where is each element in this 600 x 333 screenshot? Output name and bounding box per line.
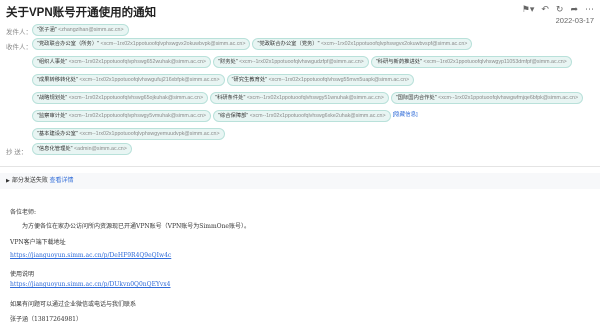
recipient-chip[interactable]: "国际国内合作处" <xcm--1rx02x1ppotuoofqlvhswgwf… <box>390 92 584 104</box>
hide-info-link[interactable]: [隐藏信息] <box>393 110 418 120</box>
sender-chip[interactable]: "张子涵" <zhangzihan@simm.ac.cn> <box>32 24 129 36</box>
recipient-email: <xcm--1rx02x1ppotuoofqlvphswgvx2okuwbvsp… <box>320 41 468 47</box>
recipient-email: <xcm--1rx02x1ppotuoofqlvhswgwfmjqe6bfpk@… <box>438 95 579 101</box>
recipient-chip[interactable]: "战略规划处" <xcm--1rx02x1ppotuoofqlvhswg65oj… <box>32 92 209 104</box>
manual-link[interactable]: https://jianguoyun.simm.ac.cn/p/DUkvn0Q0… <box>10 281 171 288</box>
forward-icon[interactable]: ➦ <box>570 4 578 15</box>
more-icon[interactable]: ⋯ <box>585 4 594 15</box>
recipient-email: <xcm--1rx02x1ppotuoofqlvphswgvx2okuwbvpk… <box>100 41 246 47</box>
recipient-name: "科研条件处" <box>215 95 246 101</box>
view-details-link[interactable]: 查看详情 <box>50 178 74 184</box>
recipient-chip[interactable]: "科研与新药推进处" <xcm--1rx02x1ppotuoofqlvhswgy… <box>370 56 572 68</box>
toolbar: ⚑▾ ↶ ↻ ➦ ⋯ <box>522 4 594 15</box>
recipient-chip[interactable]: "研究生教育处" <xcm--1rx02x1ppotuoofqlvhswg55m… <box>226 74 415 86</box>
cc-list: "信息化管理处" <admin@simm.ac.cn> <box>32 143 592 161</box>
recipients-list: "党政联合办公室（所务）" <xcm--1rx02x1ppotuoofqlvph… <box>32 38 592 146</box>
body-paragraph: 为方便各位在家办公访问所内资源现已开通VPN账号（VPN账号为SimmOne账号… <box>22 223 250 230</box>
send-failure-bar: ▶ 部分发送失败 查看详情 <box>0 173 600 189</box>
recipient-name: "战略规划处" <box>37 95 68 101</box>
recipient-name: "基本建设办公室" <box>37 131 78 137</box>
recipient-chip[interactable]: "党政联合办公室（党务）" <xcm--1rx02x1ppotuoofqlvph… <box>252 38 473 50</box>
recipient-email: <xcm--1rx02x1ppotuoofqlvhswg55mvn5uapk@s… <box>268 77 410 83</box>
recipient-name: "国际国内合作处" <box>395 95 437 101</box>
header-divider <box>0 166 600 167</box>
recipient-email: <xcm--1rx02x1ppotuoofqlvhswgufuj216xbfpk… <box>79 77 220 83</box>
cc-label: 抄 送： <box>6 149 28 156</box>
recipient-name: "组织人事处" <box>37 59 68 65</box>
vpn-download-link[interactable]: https://jianguoyun.simm.ac.cn/p/DeHF9R4Q… <box>10 252 171 259</box>
refresh-icon[interactable]: ↻ <box>556 4 564 15</box>
recipient-email: <admin@simm.ac.cn> <box>74 146 127 152</box>
recipient-name: "研究生教育处" <box>231 77 268 83</box>
recipient-name: "财务处" <box>218 59 238 65</box>
sender-label: 发件人： <box>6 29 32 36</box>
sender-email: <zhangzihan@simm.ac.cn> <box>58 27 124 33</box>
contact-note: 如果有问题可以通过企业微信或电话与我们联系 <box>10 301 137 308</box>
flag-icon[interactable]: ⚑▾ <box>522 4 535 15</box>
recipient-email: <xcm--1rx02x1ppotuoofqlvphswgyemuudvpk@s… <box>79 131 220 137</box>
recipient-email: <xcm--1rx02x1ppotuoofqlvhswg65ojkuhak@si… <box>68 95 204 101</box>
sender-name: "张子涵" <box>37 27 57 33</box>
recipient-chip[interactable]: "成果转移转化处" <xcm--1rx02x1ppotuoofqlvhswguf… <box>32 74 225 86</box>
recipient-chip[interactable]: "基本建设办公室" <xcm--1rx02x1ppotuoofqlvphswgy… <box>32 128 225 140</box>
recipient-chip[interactable]: "组织人事处" <xcm--1rx02x1ppotuoofqlvphswg652… <box>32 56 212 68</box>
recipient-name: "成果转移转化处" <box>37 77 78 83</box>
vpn-download-label: VPN客户端下载地址 <box>10 239 66 246</box>
recipient-chip[interactable]: "党政联合办公室（所务）" <xcm--1rx02x1ppotuoofqlvph… <box>32 38 251 50</box>
reply-icon[interactable]: ↶ <box>541 4 549 15</box>
manual-label: 使用说明 <box>10 271 35 278</box>
greeting: 各位老师: <box>10 209 37 216</box>
recipient-name: "党政联合办公室（党务）" <box>257 41 320 47</box>
recipient-name: "监察审计处" <box>37 113 68 119</box>
cc-chip[interactable]: "信息化管理处" <admin@simm.ac.cn> <box>32 143 132 155</box>
fail-text: 部分发送失败 <box>11 178 48 184</box>
recipient-name: "信息化管理处" <box>37 146 73 152</box>
recipient-chip[interactable]: "财务处" <xcm--1rx02x1ppotuoofqlvhswgudzfpf… <box>213 56 369 68</box>
recipient-chip[interactable]: "综合保障部" <xcm--1rx02x1ppotuoofqlvhswg6xke… <box>213 110 391 122</box>
recipient-name: "党政联合办公室（所务）" <box>37 41 100 47</box>
triangle-right-icon[interactable]: ▶ <box>6 173 10 189</box>
recipient-email: <xcm--1rx02x1ppotuoofqlvphswgy5vmuhak@si… <box>68 113 207 119</box>
email-subject: 关于VPN账号开通使用的通知 <box>6 7 157 19</box>
recipient-name: "科研与新药推进处" <box>375 59 422 65</box>
recipient-name: "综合保障部" <box>218 113 249 119</box>
recipient-email: <xcm--1rx02x1ppotuoofqlvhswgy51wnuhak@si… <box>246 95 384 101</box>
recipient-email: <xcm--1rx02x1ppotuoofqlvphswg652wuhak@si… <box>68 59 207 65</box>
recipient-chip[interactable]: "科研条件处" <xcm--1rx02x1ppotuoofqlvhswgy51w… <box>210 92 389 104</box>
recipient-email: <xcm--1rx02x1ppotuoofqlvhswg6xke2uhak@si… <box>249 113 386 119</box>
recipient-email: <xcm--1rx02x1ppotuoofqlvhswgyp11053dmfpf… <box>423 59 567 65</box>
recipient-chip[interactable]: "监察审计处" <xcm--1rx02x1ppotuoofqlvphswgy5v… <box>32 110 212 122</box>
recipient-email: <xcm--1rx02x1ppotuoofqlvhswgudzfpf@simm.… <box>239 59 364 65</box>
recipients-label: 收件人： <box>6 44 32 51</box>
signature: 张子涵（13817264981） <box>10 316 82 323</box>
